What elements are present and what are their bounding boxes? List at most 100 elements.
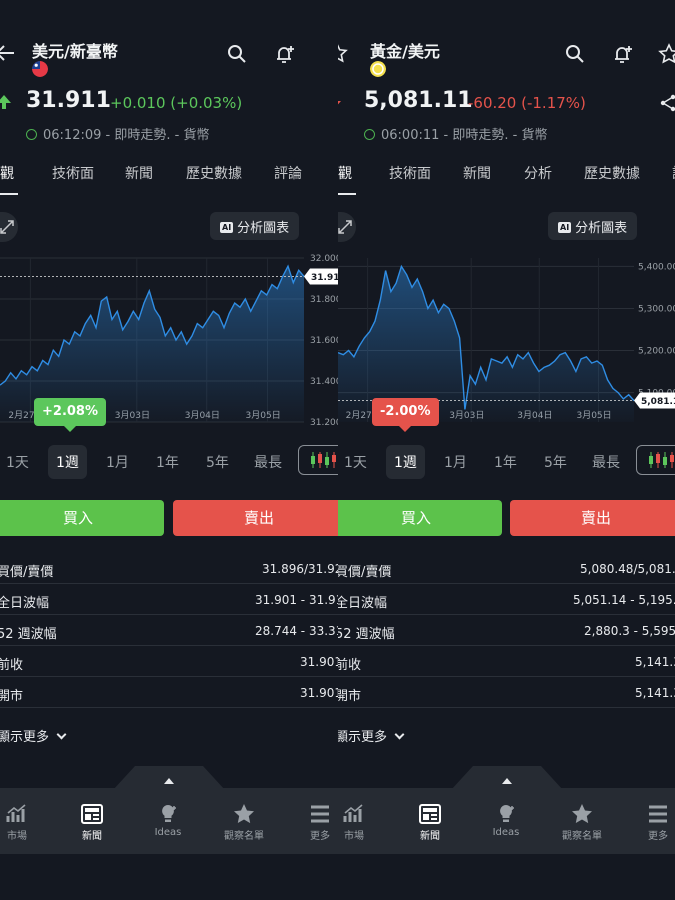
range-max[interactable]: 最長 xyxy=(592,452,620,472)
range-1m[interactable]: 1月 xyxy=(106,452,129,472)
star-outline-icon[interactable] xyxy=(338,42,348,64)
period-change-badge: +2.08% xyxy=(34,398,106,432)
quote-time: 06:00:11 xyxy=(381,128,440,143)
tab-overview[interactable]: 綜觀 xyxy=(0,163,14,183)
candlestick-icon xyxy=(311,452,336,468)
arrow-down-icon xyxy=(338,101,341,105)
system-nav-area xyxy=(338,854,675,900)
range-5y[interactable]: 5年 xyxy=(544,452,567,472)
range-5y[interactable]: 5年 xyxy=(206,452,229,472)
nav-ideas[interactable]: Ideas xyxy=(476,804,536,838)
y-tick-label: 31.400 xyxy=(310,377,338,387)
stat-row-open: 開市 31.901 xyxy=(0,677,338,708)
nav-watchlist[interactable]: 觀察名單 xyxy=(552,804,612,842)
nav-more[interactable]: 更多 xyxy=(290,804,338,842)
chevron-up-icon xyxy=(164,778,174,784)
y-tick-label: 32.000 xyxy=(310,254,338,264)
nav-news[interactable]: 新聞 xyxy=(400,804,460,842)
add-alert-bell-icon[interactable] xyxy=(612,43,634,65)
chart-type-button[interactable] xyxy=(298,445,338,475)
system-nav-area xyxy=(0,854,338,900)
y-tick-label: 5,400.00 xyxy=(638,262,675,272)
tab-technical[interactable]: 技術面 xyxy=(389,163,431,183)
ai-icon: AI xyxy=(220,222,234,233)
star-outline-icon[interactable] xyxy=(658,43,675,65)
taiwan-flag-icon xyxy=(32,61,48,77)
price-row: 31.911 +0.010 (+0.03%) xyxy=(0,88,338,120)
nav-more[interactable]: 更多 xyxy=(628,804,675,842)
back-arrow-icon[interactable] xyxy=(0,42,16,64)
range-1d[interactable]: 1天 xyxy=(6,452,29,472)
bottom-nav: 市場 新聞 Ideas 觀察名單 更多 xyxy=(0,788,338,854)
range-1w[interactable]: 1週 xyxy=(48,445,87,479)
price-row: 5,081.11 -60.20 (-1.17%) xyxy=(338,88,675,120)
expand-icon xyxy=(338,220,352,234)
stat-row-prev-close: 前收 31.901 xyxy=(0,646,338,677)
nav-news[interactable]: 新聞 xyxy=(62,804,122,842)
nav-markets[interactable]: 市場 xyxy=(338,804,384,842)
search-icon[interactable] xyxy=(226,43,248,65)
y-tick-label: 5,200.00 xyxy=(638,347,675,357)
search-icon[interactable] xyxy=(564,43,586,65)
clock-icon xyxy=(364,129,375,140)
tab-overview[interactable]: 綜觀 xyxy=(338,163,352,183)
last-price-label: 5,081.11 xyxy=(641,397,675,407)
expand-chart-button[interactable] xyxy=(338,212,356,242)
quote-type: - 即時走勢. - 貨幣 xyxy=(105,128,210,143)
range-1d[interactable]: 1天 xyxy=(344,452,367,472)
tab-history[interactable]: 歷史數據 xyxy=(584,163,640,183)
star-icon xyxy=(572,804,592,824)
stat-row-bid-ask: 買價/賣價5,080.48/5,081.74 xyxy=(338,553,675,584)
range-1m[interactable]: 1月 xyxy=(444,452,467,472)
price-change: +0.010 (+0.03%) xyxy=(110,94,243,112)
header: 美元/新臺幣 xyxy=(0,30,338,80)
buy-button[interactable]: 買入 xyxy=(338,500,502,536)
tab-comments[interactable]: 評論 xyxy=(274,163,302,183)
stat-row-day-range: 全日波幅5,051.14 - 5,195.44 xyxy=(338,584,675,615)
nav-watchlist[interactable]: 觀察名單 xyxy=(214,804,274,842)
gold-coin-icon xyxy=(370,61,386,77)
header: 黃金/美元 xyxy=(338,30,675,80)
tab-technical[interactable]: 技術面 xyxy=(52,163,94,183)
share-icon[interactable] xyxy=(660,94,675,112)
show-more-button[interactable]: 顯示更多 xyxy=(0,726,67,745)
tab-news[interactable]: 新聞 xyxy=(463,163,491,183)
range-max[interactable]: 最長 xyxy=(254,452,282,472)
active-tab-indicator xyxy=(338,193,356,195)
quote-time: 06:12:09 xyxy=(43,128,102,143)
y-tick-label: 5,300.00 xyxy=(638,304,675,314)
quote-type: - 即時走勢. - 貨幣 xyxy=(443,128,548,143)
ai-chart-analysis-button[interactable]: AI 分析圖表 xyxy=(210,212,300,240)
stat-row-open: 開市5,141.31 xyxy=(338,677,675,708)
expand-icon xyxy=(0,220,14,234)
markets-chart-icon xyxy=(6,804,26,822)
arrow-up-icon xyxy=(0,95,11,109)
range-1w[interactable]: 1週 xyxy=(386,445,425,479)
nav-markets[interactable]: 市場 xyxy=(0,804,47,842)
expand-chart-button[interactable] xyxy=(0,212,18,242)
range-1y[interactable]: 1年 xyxy=(494,452,517,472)
chevron-down-icon xyxy=(394,729,405,740)
tab-news[interactable]: 新聞 xyxy=(125,163,153,183)
sell-button[interactable]: 賣出 xyxy=(510,500,675,536)
price-change: -60.20 (-1.17%) xyxy=(468,94,586,112)
chart-type-button[interactable] xyxy=(636,445,675,475)
instrument-title: 美元/新臺幣 xyxy=(32,42,118,61)
tab-analysis[interactable]: 分析 xyxy=(524,163,552,183)
nav-ideas[interactable]: Ideas xyxy=(138,804,198,838)
ai-button-label: 分析圖表 xyxy=(575,221,628,236)
buy-button[interactable]: 買入 xyxy=(0,500,164,536)
ai-icon: AI xyxy=(558,222,572,233)
range-1y[interactable]: 1年 xyxy=(156,452,179,472)
sell-button[interactable]: 賣出 xyxy=(173,500,338,536)
show-more-button[interactable]: 顯示更多 xyxy=(338,726,405,745)
menu-icon xyxy=(649,805,667,823)
menu-icon xyxy=(311,805,329,823)
stat-row-52w-range: 52 週波幅28.744 - 33.313 xyxy=(0,615,338,646)
y-tick-label: 31.200 xyxy=(310,418,338,428)
star-icon xyxy=(234,804,254,824)
lightbulb-icon xyxy=(162,805,176,822)
add-alert-bell-icon[interactable] xyxy=(274,43,296,65)
ai-chart-analysis-button[interactable]: AI 分析圖表 xyxy=(548,212,638,240)
tab-history[interactable]: 歷史數據 xyxy=(186,163,242,183)
